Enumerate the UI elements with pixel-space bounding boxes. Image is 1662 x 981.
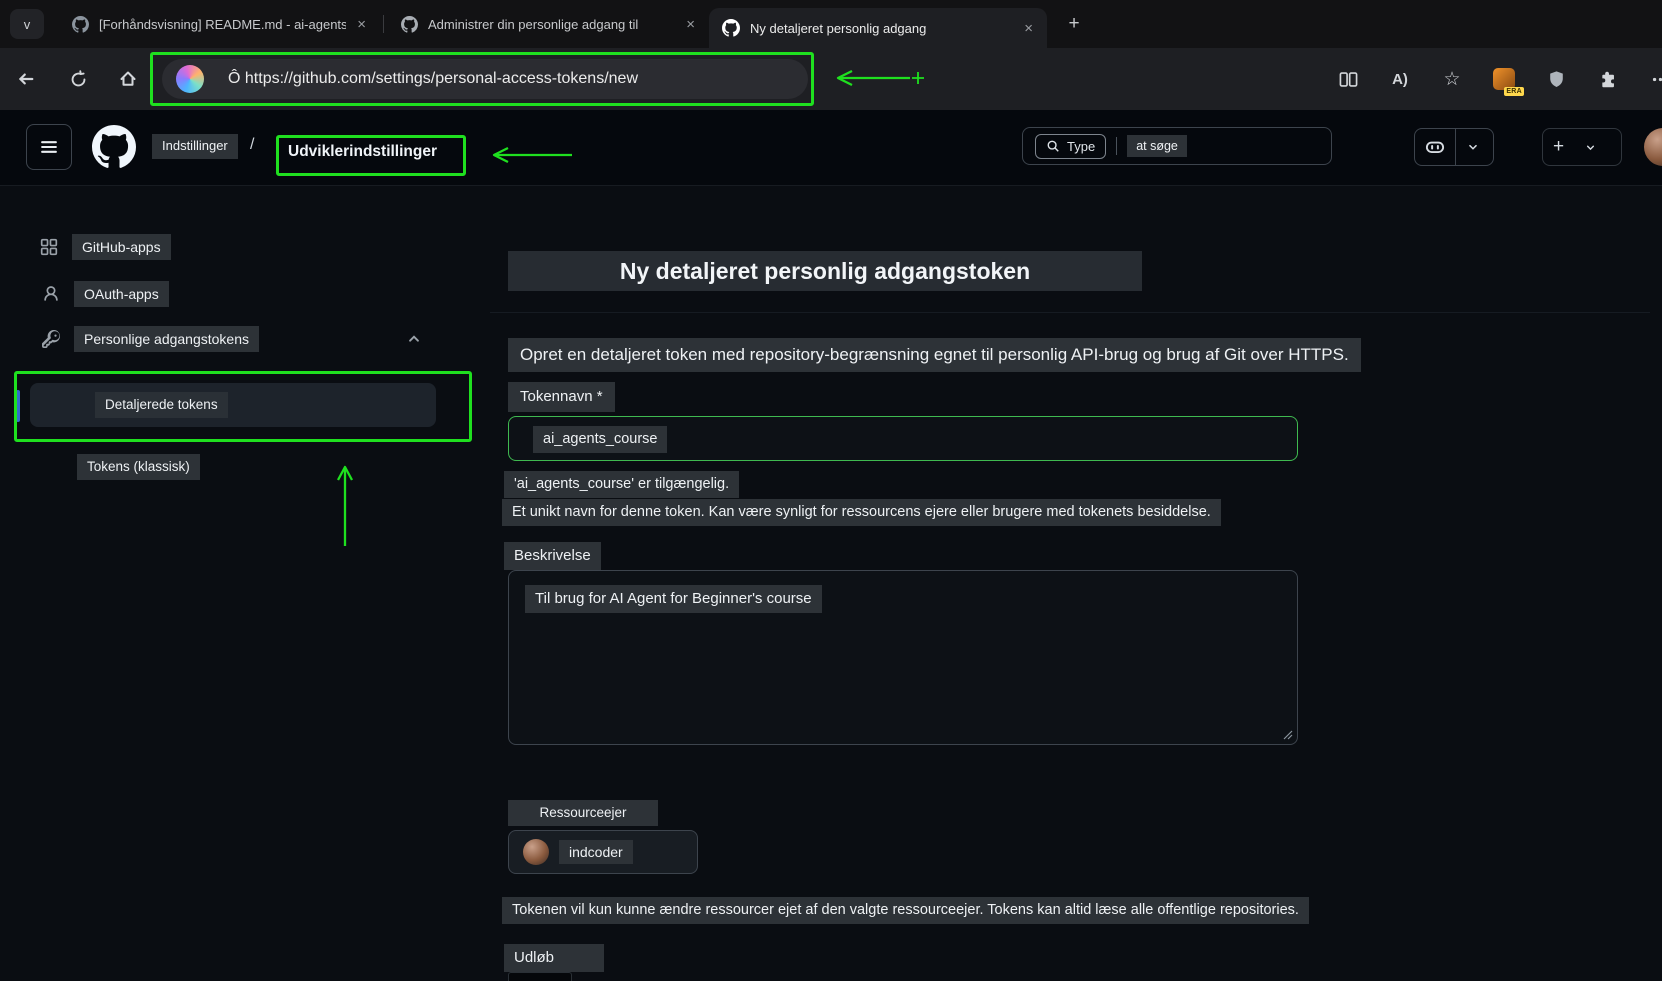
- description-textarea[interactable]: Til brug for AI Agent for Beginner's cou…: [508, 570, 1298, 745]
- chevron-down-icon: [1456, 129, 1490, 165]
- copilot-menu-button[interactable]: [1414, 128, 1494, 166]
- resource-owner-avatar: [523, 839, 549, 865]
- description-value: Til brug for AI Agent for Beginner's cou…: [525, 585, 822, 613]
- plus-icon: +: [1543, 129, 1574, 165]
- tab-separator: [383, 15, 384, 33]
- sidebar-item-github-apps[interactable]: GitHub-apps: [40, 234, 171, 260]
- expiration-select-stub[interactable]: [508, 972, 572, 981]
- favorites-button[interactable]: ☆: [1434, 61, 1470, 97]
- shield-button[interactable]: [1538, 61, 1574, 97]
- browser-tab-manage-access[interactable]: Administrer din personlige adgang til ×: [387, 7, 709, 41]
- resource-owner-help: Tokenen vil kun kunne ændre ressourcer e…: [502, 897, 1309, 924]
- intro-text: Opret en detaljeret token med repository…: [508, 338, 1361, 372]
- new-tab-button[interactable]: +: [1059, 9, 1089, 39]
- search-icon: [1046, 139, 1060, 153]
- page-title: Ny detaljeret personlig adgangstoken: [508, 251, 1142, 291]
- sidebar-item-label: OAuth-apps: [74, 281, 169, 307]
- resize-handle-icon[interactable]: [1283, 730, 1293, 740]
- browser-shield-icon: [1547, 70, 1566, 89]
- description-label: Beskrivelse: [504, 542, 601, 570]
- sidebar-item-tokens-classic[interactable]: Tokens (klassisk): [77, 454, 200, 480]
- era-extension-button[interactable]: ERA: [1486, 61, 1522, 97]
- extensions-puzzle-icon: [1599, 70, 1618, 89]
- toolbar-icon-group: A) ☆ ERA: [1330, 61, 1662, 97]
- token-name-label: Tokennavn *: [508, 382, 615, 412]
- token-name-input[interactable]: ai_agents_course: [508, 416, 1298, 461]
- global-search-input[interactable]: Type at søge: [1022, 127, 1332, 165]
- home-button[interactable]: [110, 61, 146, 97]
- token-name-value: ai_agents_course: [533, 426, 667, 453]
- annotation-arrow-address-bar: [822, 64, 928, 92]
- annotation-box-address-bar: [150, 52, 814, 106]
- browser-tab-new-token-active[interactable]: Ny detaljeret personlig adgang ×: [709, 8, 1047, 48]
- breadcrumb-settings-link[interactable]: Indstillinger: [152, 134, 238, 159]
- annotation-box-developer-settings: [276, 135, 466, 176]
- search-command-box: Type: [1035, 134, 1106, 159]
- refresh-icon: [69, 70, 88, 89]
- title-divider: [490, 312, 1650, 313]
- tab-title: Administrer din personlige adgang til: [428, 17, 675, 32]
- github-logo[interactable]: [92, 125, 136, 169]
- browser-tab-readme[interactable]: [Forhåndsvisning] README.md - ai-agents …: [58, 7, 380, 41]
- annotation-arrow-developer-settings: [480, 143, 576, 167]
- github-header: Indstillinger / Udviklerindstillinger Ty…: [0, 110, 1662, 186]
- screen: v [Forhåndsvisning] README.md - ai-agent…: [0, 0, 1662, 981]
- resource-owner-select[interactable]: indcoder: [508, 830, 698, 874]
- resource-owner-value: indcoder: [559, 840, 633, 864]
- sidebar-item-label: GitHub-apps: [72, 234, 171, 260]
- tab-actions-button[interactable]: v: [10, 9, 44, 39]
- extensions-button[interactable]: [1590, 61, 1626, 97]
- key-icon: [42, 330, 60, 348]
- copilot-goggles-icon: [1415, 129, 1455, 165]
- search-command-label: Type: [1067, 139, 1095, 154]
- split-screen-button[interactable]: [1330, 61, 1366, 97]
- token-name-availability: 'ai_agents_course' er tilgængelig.: [504, 471, 739, 498]
- chevron-down-icon: [1574, 129, 1607, 165]
- sidebar-item-personal-access-tokens[interactable]: Personlige adgangstokens: [42, 326, 259, 352]
- search-divider: [1116, 137, 1117, 155]
- token-name-help: Et unikt navn for denne token. Kan være …: [502, 499, 1221, 526]
- global-nav-menu-button[interactable]: [26, 124, 72, 170]
- refresh-button[interactable]: [60, 61, 96, 97]
- search-placeholder: at søge: [1127, 135, 1187, 157]
- tab-close-icon[interactable]: ×: [684, 17, 697, 32]
- home-icon: [118, 69, 138, 89]
- breadcrumb-separator: /: [250, 136, 254, 154]
- person-icon: [42, 285, 60, 303]
- tab-title: [Forhåndsvisning] README.md - ai-agents: [99, 17, 346, 32]
- tab-favicon-icon: [399, 14, 419, 34]
- github-octocat-icon: [92, 125, 136, 169]
- sidebar-item-oauth-apps[interactable]: OAuth-apps: [42, 281, 169, 307]
- create-new-button[interactable]: +: [1542, 128, 1622, 166]
- chevron-up-icon[interactable]: [405, 330, 423, 348]
- read-aloud-button[interactable]: A): [1382, 61, 1418, 97]
- back-button[interactable]: [8, 61, 44, 97]
- browser-menu-icon: [1651, 70, 1662, 89]
- era-badge: ERA: [1504, 87, 1524, 96]
- tab-title: Ny detaljeret personlig adgang: [750, 21, 1013, 36]
- tab-close-icon[interactable]: ×: [355, 17, 368, 32]
- browser-tab-bar: v [Forhåndsvisning] README.md - ai-agent…: [0, 0, 1662, 48]
- browser-menu-button[interactable]: [1642, 61, 1662, 97]
- resource-owner-label: Ressourceejer: [508, 800, 658, 826]
- split-screen-icon: [1339, 70, 1358, 89]
- back-icon: [16, 69, 36, 89]
- expiration-label: Udløb: [504, 944, 604, 972]
- user-avatar[interactable]: [1644, 128, 1662, 166]
- sidebar-item-label: Personlige adgangstokens: [74, 326, 259, 352]
- hamburger-icon: [38, 136, 60, 158]
- tab-favicon-icon: [70, 14, 90, 34]
- annotation-box-fine-grained-tokens: [14, 371, 472, 442]
- tab-favicon-icon: [721, 18, 741, 38]
- apps-grid-icon: [40, 238, 58, 256]
- annotation-arrow-fine-grained-tokens: [333, 458, 357, 550]
- tab-close-icon[interactable]: ×: [1022, 21, 1035, 36]
